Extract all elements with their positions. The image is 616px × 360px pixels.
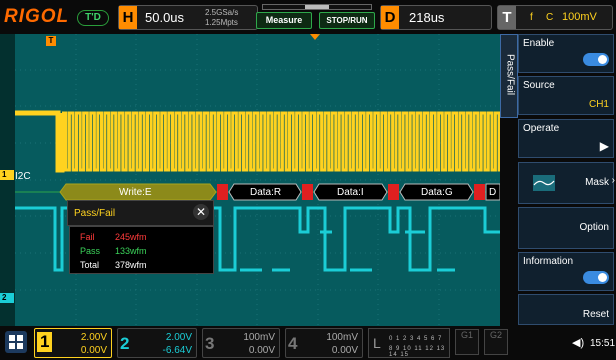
logic-analyzer-box[interactable]: L 0 1 2 3 4 5 6 7 8 9 10 11 12 13 14 15	[368, 328, 450, 358]
ch1-trace	[15, 110, 65, 173]
channel-1-box[interactable]: 1 2.00V 0.00V	[34, 328, 112, 358]
ch1-burst-path	[62, 111, 504, 172]
channel-number: 4	[288, 334, 298, 353]
fail-label: Fail	[80, 232, 95, 242]
bus-packet-label: D	[489, 187, 497, 198]
channel-scale: 100mV	[326, 332, 358, 343]
ch2-level-marker[interactable]: 2	[0, 293, 14, 303]
channel-4-box[interactable]: 4 100mV 0.00V	[285, 328, 363, 358]
home-icon[interactable]	[4, 330, 28, 354]
ch1-clock-burst	[62, 111, 504, 172]
menu-item-label: Operate	[523, 123, 560, 134]
bus-packet-label: Data:G	[421, 187, 453, 198]
channel-offset: 0.00V	[80, 345, 107, 356]
play-icon: ▶	[599, 139, 609, 153]
bottom-bar: 1 2.00V 0.00V 2 2.00V -6.64V 3 100mV 0.0…	[0, 326, 616, 360]
channel-scale: 2.00V	[80, 332, 107, 343]
chevron-right-icon: ›	[611, 175, 615, 186]
clock: 15:51	[590, 338, 616, 349]
menu-tab-passfail[interactable]: Pass/Fail	[500, 34, 518, 118]
generator-1-button[interactable]: G1	[455, 329, 479, 355]
logic-letter: L	[373, 335, 381, 351]
menu-item-information[interactable]: Information	[518, 252, 614, 291]
source-value: CH1	[588, 99, 609, 110]
generator-2-button[interactable]: G2	[484, 329, 508, 355]
channel-number: 2	[120, 334, 130, 353]
menu-item-label: Reset	[582, 309, 609, 320]
passfail-title: Pass/Fail	[74, 208, 116, 219]
logic-channels-low: 0 1 2 3 4 5 6 7	[389, 336, 443, 342]
menu-item-operate[interactable]: Operate ▶	[518, 119, 614, 158]
ch2-pulse-dashes	[240, 230, 455, 272]
menu-item-mask[interactable]: Mask ›	[518, 162, 615, 204]
decode-bus-label: I2C	[15, 171, 31, 182]
menu-item-source[interactable]: Source CH1	[518, 76, 614, 115]
menu-item-reset[interactable]: Reset	[518, 294, 614, 325]
passfail-panel-header[interactable]: Pass/Fail ✕	[67, 200, 214, 226]
channel-offset: 0.00V	[248, 345, 275, 356]
logic-channels-high: 8 9 10 11 12 13 14 15	[389, 346, 446, 358]
menu-item-label: Source	[523, 80, 555, 91]
channel-scale: 100mV	[243, 332, 275, 343]
channel-offset: 0.00V	[331, 345, 358, 356]
menu-tab-label: Pass/Fail	[504, 53, 516, 96]
pass-count: 133wfm	[115, 246, 147, 256]
speaker-icon[interactable]: ◀)	[572, 336, 584, 349]
close-icon[interactable]: ✕	[193, 204, 209, 220]
channel-offset: -6.64V	[162, 345, 192, 356]
menu-item-option[interactable]: Option	[518, 207, 614, 249]
channel-number: 1	[37, 332, 53, 352]
total-count: 378wfm	[115, 260, 147, 270]
bus-packet-label: Data:I	[337, 187, 364, 198]
channel-scale: 2.00V	[165, 332, 192, 343]
enable-toggle[interactable]	[583, 53, 609, 66]
mask-icon	[533, 175, 555, 191]
total-label: Total	[80, 260, 100, 270]
bus-packet-label: Data:R	[250, 187, 282, 198]
menu-item-label: Information	[523, 256, 574, 267]
grid	[15, 34, 500, 326]
ch1-level-marker[interactable]: 1	[0, 170, 14, 180]
channel-number: 3	[205, 334, 215, 353]
channel-3-box[interactable]: 3 100mV 0.00V	[202, 328, 280, 358]
information-toggle[interactable]	[583, 271, 609, 284]
channel-2-box[interactable]: 2 2.00V -6.64V	[117, 328, 197, 358]
menu-item-label: Option	[579, 222, 609, 233]
fail-count: 245wfm	[115, 232, 147, 242]
bus-packet-label: Write:E	[119, 187, 152, 198]
passfail-panel: Fail 245wfm Pass 133wfm Total 378wfm	[69, 226, 214, 274]
menu-item-label: Mask	[585, 177, 609, 188]
menu-item-label: Enable	[523, 38, 555, 49]
menu-item-enable[interactable]: Enable	[518, 34, 614, 73]
pass-label: Pass	[80, 246, 101, 256]
